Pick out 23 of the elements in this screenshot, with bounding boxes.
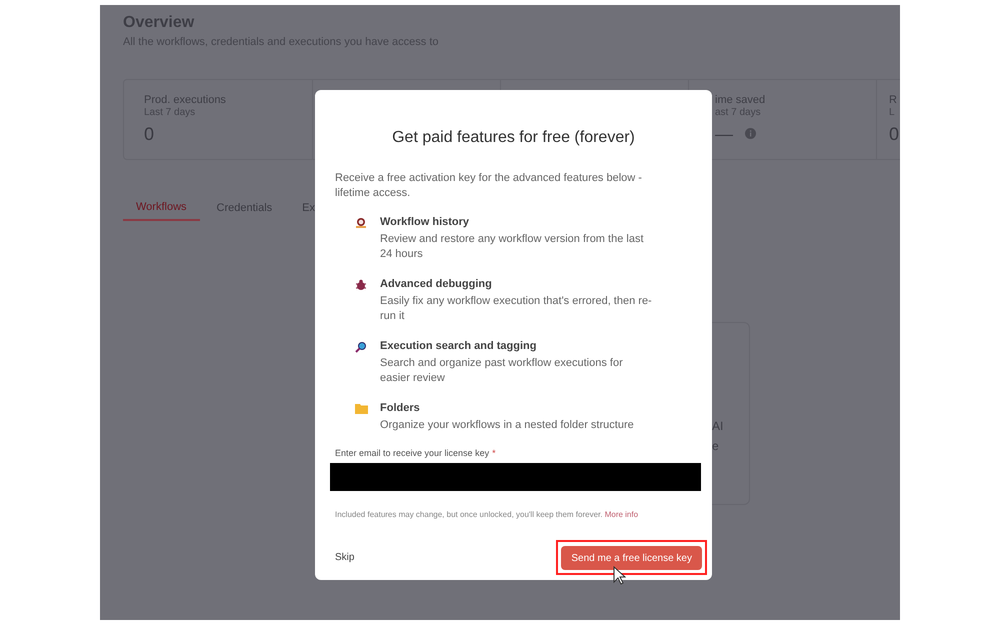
modal-intro: Receive a free activation key for the advanced features below - lifetime access. [335, 171, 643, 201]
feature-description: Organize your workflows in a nested folder structure [380, 418, 635, 433]
feature-title: Workflow history [380, 215, 470, 230]
more-info-link[interactable]: More info [604, 510, 638, 518]
modal-title: Get paid features for free (forever) [391, 128, 636, 148]
feature-description: Search and organize past workflow executions for easier review [380, 356, 624, 386]
required-mark: * [492, 447, 496, 460]
feature-description: Easily fix any workflow execution that's errored, then re-run it [380, 294, 652, 324]
feature-description: Review and restore any workflow version from the last 24 hours [380, 232, 644, 262]
tab[interactable]: Workflows [123, 196, 200, 220]
folder-icon [355, 403, 368, 414]
email-label: Enter email to receive your license key [335, 447, 490, 460]
disclaimer-text: Included features may change, but once unlocked, you'll keep them forever. More info [335, 508, 640, 520]
feature-title: Execution search and tagging [380, 339, 538, 354]
bug-icon [355, 279, 367, 291]
feature-title: Advanced debugging [380, 277, 493, 292]
send-license-button[interactable]: Send me a free license key [561, 546, 702, 570]
email-field[interactable] [330, 462, 701, 490]
stat-value: — [715, 122, 733, 144]
skip-button[interactable]: Skip [335, 550, 354, 565]
feature-title: Folders [380, 401, 421, 416]
clock-icon [355, 217, 367, 229]
magnifier-icon [355, 341, 367, 353]
